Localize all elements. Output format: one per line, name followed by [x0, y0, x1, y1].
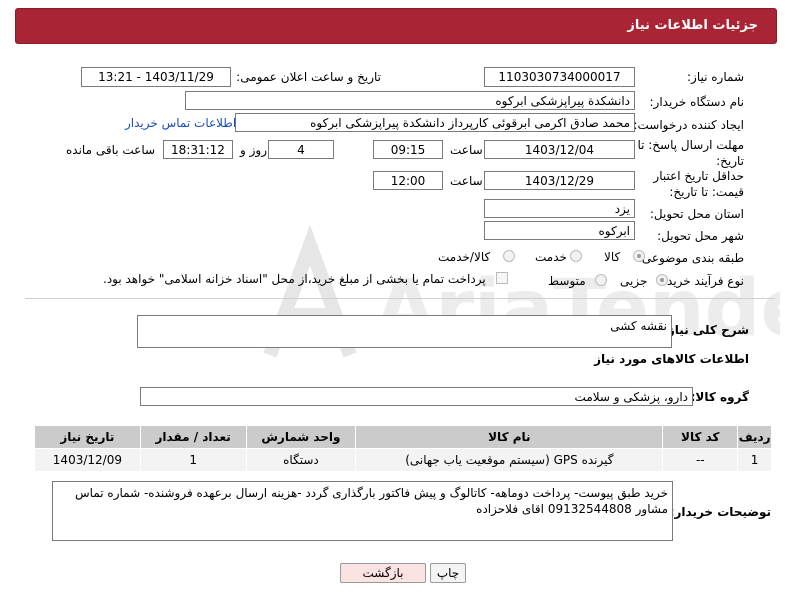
- buyer-org-label: نام دستگاه خریدار:: [649, 95, 745, 109]
- table-row: 1 -- گیرنده GPS (سیستم موقعیت یاب جهانی)…: [34, 448, 772, 472]
- creator-field: محمد صادق اکرمی ابرقوئی کارپرداز دانشکدة…: [235, 113, 635, 132]
- days-remaining-field: 4: [268, 140, 334, 159]
- category-radio-goods-service[interactable]: [503, 250, 515, 262]
- col-unit: واحد شمارش: [245, 425, 357, 449]
- process-option-minor: جزیی: [620, 274, 648, 288]
- col-row: ردیف: [737, 425, 772, 449]
- treasury-checkbox[interactable]: [496, 272, 508, 284]
- days-label: روز و: [240, 143, 267, 157]
- page-title: جزئیات اطلاعات نیاز: [627, 18, 758, 33]
- response-date-field: 1403/12/04: [484, 140, 635, 159]
- response-time-label: ساعت: [450, 143, 483, 157]
- buyer-org-field: دانشکدة پیراپزشکی ابرکوه: [185, 91, 635, 110]
- process-option-medium: متوسط: [548, 274, 586, 288]
- price-validity-label: حداقل تاریخ اعتبار قیمت: تا تاریخ:: [653, 169, 744, 199]
- goods-section-title: اطلاعات کالاهای مورد نیاز: [594, 352, 749, 366]
- cell-row: 1: [737, 448, 772, 472]
- city-field: ابرکوه: [484, 221, 635, 240]
- announce-datetime-field: 1403/11/29 - 13:21: [81, 67, 231, 87]
- goods-group-field: دارو، پزشکی و سلامت: [140, 387, 693, 406]
- remaining-time-field: 18:31:12: [163, 140, 233, 159]
- city-label: شهر محل تحویل:: [657, 229, 744, 243]
- buyer-notes-label: توضیحات خریدار:: [669, 505, 771, 519]
- goods-table: ردیف کد کالا نام کالا واحد شمارش تعداد /…: [34, 425, 772, 472]
- process-radio-medium[interactable]: [595, 274, 607, 286]
- treasury-note: پرداخت تمام یا بخشی از مبلغ خرید،از محل …: [103, 272, 486, 286]
- cell-code: --: [662, 448, 739, 472]
- price-validity-time-label: ساعت: [450, 174, 483, 188]
- creator-label: ایجاد کننده درخواست:: [633, 118, 744, 132]
- response-time-field: 09:15: [373, 140, 443, 159]
- table-header-row: ردیف کد کالا نام کالا واحد شمارش تعداد /…: [34, 425, 772, 449]
- province-label: استان محل تحویل:: [649, 207, 744, 221]
- cell-unit: دستگاه: [245, 448, 357, 472]
- goods-group-label: گروه کالا:: [690, 390, 749, 404]
- cell-quantity: 1: [139, 448, 247, 472]
- province-field: یزد: [484, 199, 635, 218]
- summary-field: نقشه کشی: [137, 315, 672, 348]
- back-button[interactable]: بازگشت: [340, 563, 426, 583]
- section-divider: [25, 298, 775, 299]
- need-number-label: شماره نیاز:: [687, 70, 744, 84]
- page-header: جزئیات اطلاعات نیاز: [15, 8, 777, 44]
- print-button[interactable]: چاپ: [430, 563, 466, 583]
- buyer-contact-link[interactable]: اطلاعات تماس خریدار: [125, 116, 236, 130]
- col-date: تاریخ نیاز: [34, 425, 141, 449]
- response-deadline-label: مهلت ارسال پاسخ: تا تاریخ:: [637, 138, 744, 168]
- category-radio-service[interactable]: [570, 250, 582, 262]
- need-number-field: 1103030734000017: [484, 67, 635, 87]
- col-code: کد کالا: [662, 425, 739, 449]
- col-name: نام کالا: [355, 425, 664, 449]
- summary-label: شرح کلی نیاز:: [663, 323, 749, 337]
- category-option-goods: کالا: [604, 250, 621, 264]
- process-radio-minor[interactable]: [656, 274, 668, 286]
- cell-name: گیرنده GPS (سیستم موقعیت یاب جهانی): [355, 448, 664, 472]
- col-quantity: تعداد / مقدار: [139, 425, 247, 449]
- buyer-notes-field: خرید طبق پیوست- پرداخت دوماهه- کاتالوگ و…: [52, 481, 673, 541]
- cell-date: 1403/12/09: [34, 448, 141, 472]
- category-option-goods-service: کالا/خدمت: [438, 250, 491, 264]
- announce-datetime-label: تاریخ و ساعت اعلان عمومی:: [236, 70, 381, 84]
- category-option-service: خدمت: [535, 250, 567, 264]
- category-radio-goods[interactable]: [633, 250, 645, 262]
- category-label: طبقه بندی موضوعی:: [637, 251, 744, 265]
- remaining-time-label: ساعت باقی مانده: [66, 143, 156, 157]
- process-label: نوع فرآیند خرید :: [659, 274, 744, 288]
- price-validity-date-field: 1403/12/29: [484, 171, 635, 190]
- price-validity-time-field: 12:00: [373, 171, 443, 190]
